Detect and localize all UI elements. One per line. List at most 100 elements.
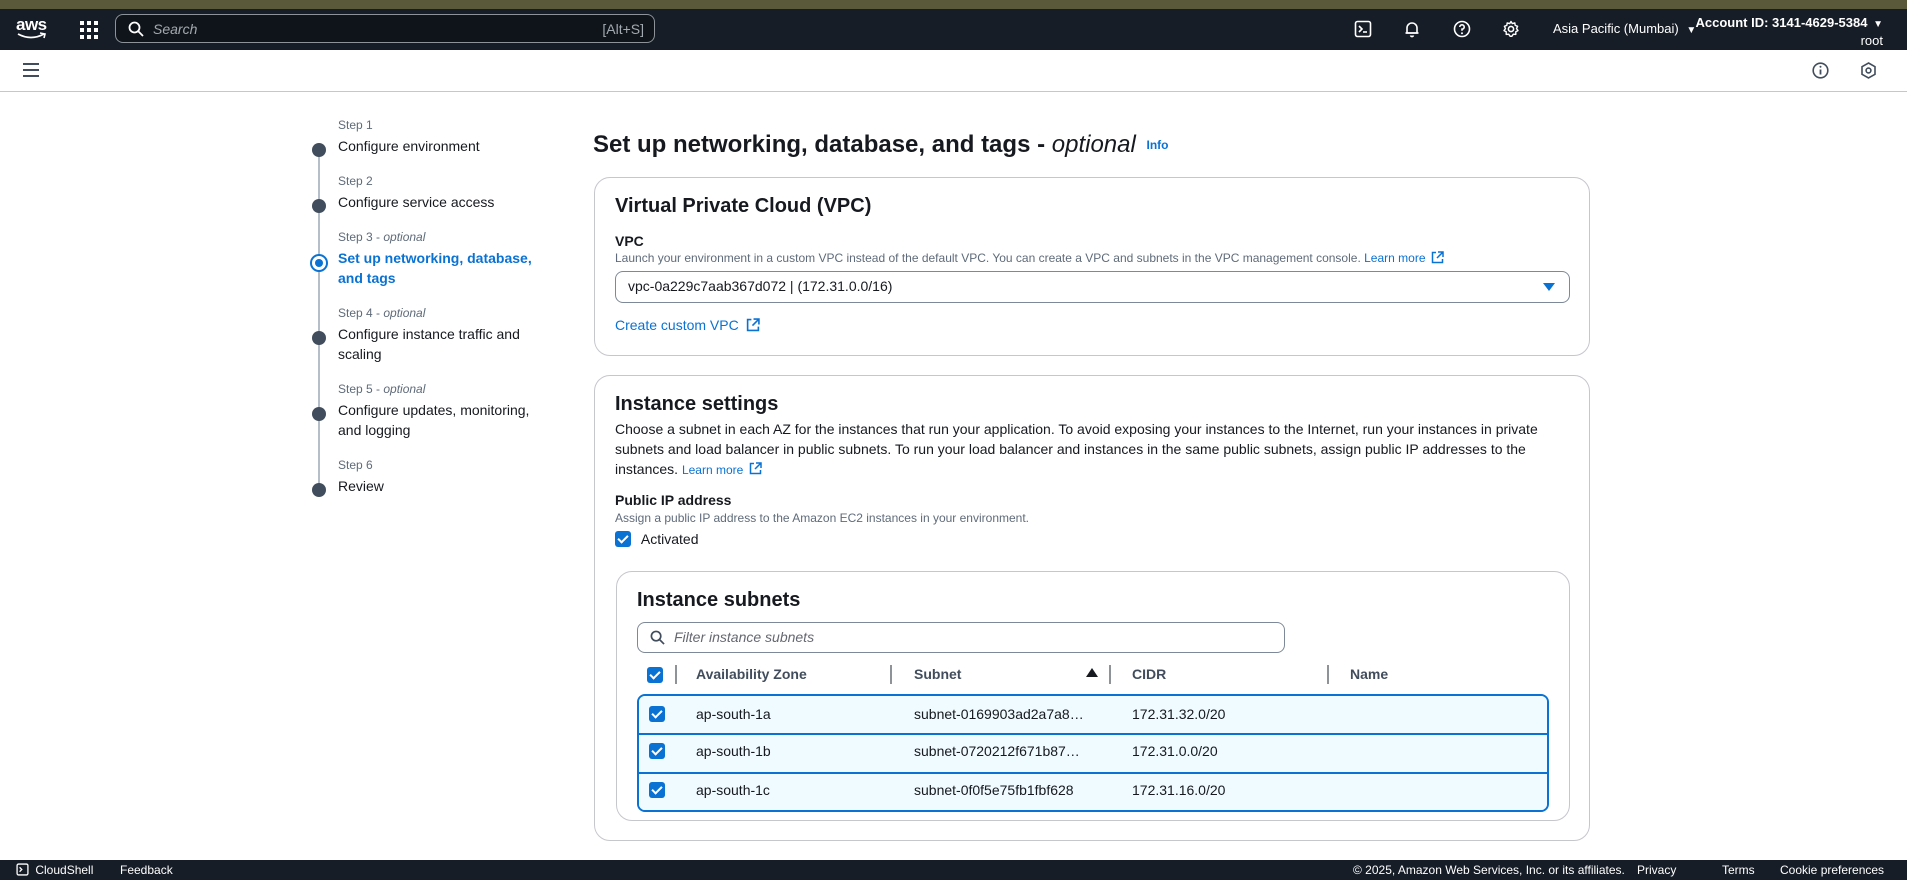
step-number: Step 6 — [338, 458, 373, 472]
info-panel-icon[interactable] — [1812, 62, 1829, 84]
copyright-text: © 2025, Amazon Web Services, Inc. or its… — [1353, 863, 1625, 877]
page-title: Set up networking, database, and tags - … — [593, 131, 1169, 159]
column-header-cidr[interactable]: CIDR — [1132, 666, 1166, 682]
column-divider — [890, 665, 892, 684]
vpc-learn-more-link[interactable]: Learn more — [1364, 251, 1444, 265]
cell-cidr: 172.31.32.0/20 — [1132, 706, 1226, 722]
region-label: Asia Pacific (Mumbai) — [1553, 21, 1679, 36]
table-header: Availability Zone Subnet CIDR Name — [637, 662, 1549, 688]
search-input[interactable]: Search [Alt+S] — [115, 14, 655, 43]
public-ip-checkbox[interactable] — [615, 531, 631, 548]
wizard-step-4[interactable]: Step 4 - optional Configure instance tra… — [312, 306, 532, 365]
public-ip-description: Assign a public IP address to the Amazon… — [615, 511, 1030, 525]
table-row[interactable]: ap-south-1a subnet-0169903ad2a7a8… 172.3… — [639, 696, 1547, 735]
vpc-selected-value: vpc-0a229c7aab367d072 | (172.31.0.0/16) — [628, 278, 893, 294]
column-divider — [1109, 665, 1111, 684]
step-number: Step 3 - — [338, 230, 384, 244]
notifications-bell-icon[interactable] — [1403, 20, 1423, 40]
wizard-step-1[interactable]: Step 1 Configure environment — [312, 118, 572, 157]
external-link-icon — [1431, 251, 1444, 264]
instance-settings-container: Instance settings Choose a subnet in eac… — [594, 375, 1590, 841]
cloudshell-icon[interactable] — [1354, 20, 1374, 40]
step-title: Configure instance traffic and scaling — [338, 326, 520, 362]
create-vpc-text: Create custom VPC — [615, 317, 739, 333]
wizard-step-3[interactable]: Step 3 - optional Set up networking, dat… — [310, 230, 552, 289]
step-indicator-current — [310, 254, 328, 272]
table-row[interactable]: ap-south-1c subnet-0f0f5e75fb1fbf628 172… — [639, 772, 1547, 810]
cell-cidr: 172.31.0.0/20 — [1132, 743, 1218, 759]
search-icon — [650, 630, 665, 645]
filter-subnets-input[interactable]: Filter instance subnets — [637, 622, 1285, 653]
external-link-icon — [749, 462, 762, 475]
info-link[interactable]: Info — [1147, 138, 1169, 152]
table-row[interactable]: ap-south-1b subnet-0720212f671b87… 172.3… — [639, 733, 1547, 772]
instance-learn-more-link[interactable]: Learn more — [681, 462, 762, 477]
wizard-steps: Step 1 Configure environment Step 2 Conf… — [310, 118, 572, 514]
cell-cidr: 172.31.16.0/20 — [1132, 782, 1226, 798]
aws-logo[interactable]: aws — [16, 16, 50, 42]
step-title: Review — [338, 478, 384, 494]
step-number: Step 4 - — [338, 306, 384, 320]
column-header-az[interactable]: Availability Zone — [696, 666, 807, 682]
instance-subnets-container: Instance subnets Filter instance subnets… — [616, 571, 1570, 821]
browser-top-strip — [0, 0, 1907, 9]
secondary-toolbar — [0, 50, 1907, 92]
wizard-step-6[interactable]: Step 6 Review — [312, 458, 572, 497]
instance-settings-description: Choose a subnet in each AZ for the insta… — [615, 419, 1565, 480]
help-icon[interactable] — [1453, 20, 1473, 40]
account-menu[interactable]: Account ID: 3141-4629-5384 ▼ root — [1695, 15, 1883, 48]
column-header-subnet[interactable]: Subnet — [914, 666, 961, 682]
sort-ascending-icon[interactable] — [1086, 668, 1098, 677]
select-all-checkbox[interactable] — [647, 667, 663, 683]
region-selector[interactable]: Asia Pacific (Mumbai) ▼ — [1553, 21, 1696, 36]
step-number: Step 1 — [338, 118, 373, 132]
activated-label: Activated — [640, 531, 699, 548]
step-number: Step 2 — [338, 174, 373, 188]
vpc-heading: Virtual Private Cloud (VPC) — [615, 195, 872, 217]
vpc-description: Launch your environment in a custom VPC … — [615, 251, 1444, 265]
row-checkbox[interactable] — [649, 743, 665, 759]
step-title: Configure service access — [338, 194, 495, 210]
cloudshell-button[interactable]: CloudShell — [16, 863, 93, 877]
instance-subnets-heading: Instance subnets — [637, 589, 801, 611]
step-title: Configure updates, monitoring, and loggi… — [338, 402, 530, 438]
public-ip-label: Public IP address — [615, 492, 732, 508]
learn-more-text: Learn more — [681, 463, 744, 477]
services-menu-icon[interactable] — [79, 20, 99, 40]
vpc-select[interactable]: vpc-0a229c7aab367d072 | (172.31.0.0/16) — [615, 271, 1570, 303]
public-ip-checkbox-row[interactable]: Activated — [615, 530, 699, 548]
console-footer: CloudShell Feedback © 2025, Amazon Web S… — [0, 860, 1907, 880]
column-divider — [675, 665, 677, 684]
tools-panel-icon[interactable] — [1860, 62, 1877, 84]
filter-placeholder: Filter instance subnets — [674, 629, 815, 645]
step-title: Configure environment — [338, 138, 480, 154]
cookie-preferences-link[interactable]: Cookie preferences — [1780, 863, 1884, 877]
step-optional: optional — [383, 306, 426, 320]
search-icon — [128, 21, 144, 37]
step-optional: optional — [383, 382, 426, 396]
create-custom-vpc-link[interactable]: Create custom VPC — [615, 317, 760, 333]
caret-down-icon — [1543, 283, 1555, 291]
step-indicator — [312, 483, 326, 497]
step-indicator — [312, 199, 326, 213]
page-title-text: Set up networking, database, and tags - — [593, 131, 1052, 158]
column-header-name[interactable]: Name — [1350, 666, 1388, 682]
feedback-link[interactable]: Feedback — [120, 863, 173, 877]
settings-gear-icon[interactable] — [1502, 20, 1522, 40]
instance-settings-heading: Instance settings — [615, 393, 779, 415]
terms-link[interactable]: Terms — [1722, 863, 1755, 877]
vpc-label: VPC — [615, 233, 644, 249]
step-indicator — [312, 407, 326, 421]
account-role: root — [1860, 33, 1883, 48]
side-nav-toggle-icon[interactable] — [22, 62, 40, 83]
row-checkbox[interactable] — [649, 706, 665, 722]
step-optional: optional — [383, 230, 426, 244]
row-checkbox[interactable] — [649, 782, 665, 798]
cloudshell-label: CloudShell — [35, 863, 94, 877]
cell-az: ap-south-1a — [696, 706, 771, 722]
wizard-step-5[interactable]: Step 5 - optional Configure updates, mon… — [312, 382, 552, 441]
learn-more-text: Learn more — [1364, 251, 1426, 265]
wizard-step-2[interactable]: Step 2 Configure service access — [312, 174, 572, 213]
account-id: Account ID: 3141-4629-5384 — [1695, 15, 1868, 30]
privacy-link[interactable]: Privacy — [1637, 863, 1676, 877]
